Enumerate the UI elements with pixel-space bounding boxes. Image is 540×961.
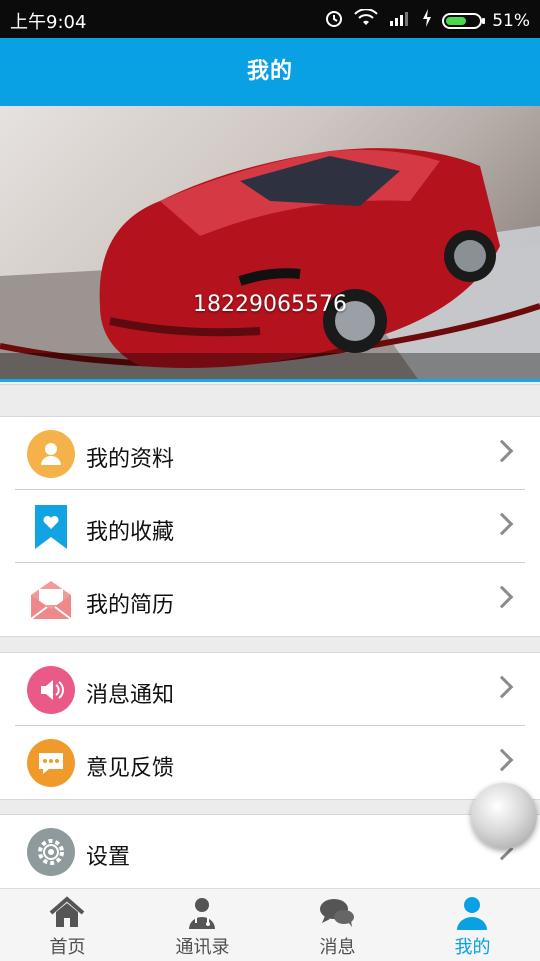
- menu-item-notifications[interactable]: 消息通知: [0, 653, 540, 726]
- menu-item-label: 我的收藏: [86, 520, 175, 545]
- car-image: [0, 148, 540, 382]
- tab-label: 通讯录: [175, 937, 230, 958]
- floating-assistive-button[interactable]: [471, 783, 537, 849]
- menu-item-label: 我的简历: [86, 593, 175, 618]
- battery-icon: [442, 12, 486, 29]
- tab-label: 首页: [49, 937, 86, 958]
- charging-icon: [422, 9, 432, 32]
- bookmark-heart-icon: [27, 503, 75, 551]
- chevron-right-icon: [490, 675, 514, 699]
- menu-item-feedback[interactable]: 意见反馈: [0, 726, 540, 799]
- section-divider: [0, 636, 540, 653]
- menu-group-messages: 消息通知 意见反馈: [0, 653, 540, 799]
- app-bar: 我的: [0, 38, 540, 106]
- page-title: 我的: [246, 59, 293, 84]
- gear-icon: [27, 828, 75, 876]
- contacts-icon: [189, 898, 215, 929]
- profile-phone: 18229065576: [193, 292, 347, 317]
- battery-percent: 51%: [492, 10, 530, 31]
- profile-banner[interactable]: 18229065576: [0, 106, 540, 382]
- menu-group-profile: 我的资料 我的收藏 我的简历: [0, 417, 540, 636]
- tab-label: 我的: [454, 937, 491, 958]
- menu-item-label: 意见反馈: [86, 756, 175, 781]
- menu-item-label: 消息通知: [86, 683, 175, 708]
- home-icon: [49, 896, 85, 927]
- menu-item-my-resume[interactable]: 我的简历: [0, 563, 540, 636]
- tab-home[interactable]: 首页: [0, 889, 135, 961]
- wifi-icon: [354, 8, 378, 32]
- tab-messages[interactable]: 消息: [270, 889, 405, 961]
- status-bar: 上午9:04 51%: [0, 0, 540, 38]
- person-icon: [27, 430, 75, 478]
- menu-item-label: 设置: [86, 845, 131, 870]
- tab-label: 消息: [319, 937, 356, 958]
- signal-icon: [388, 9, 412, 32]
- menu-item-my-favorites[interactable]: 我的收藏: [0, 490, 540, 563]
- menu-item-label: 我的资料: [86, 447, 175, 472]
- tab-mine[interactable]: 我的: [405, 889, 540, 961]
- menu-item-settings[interactable]: 设置: [0, 815, 540, 888]
- chevron-right-icon: [490, 512, 514, 536]
- chevron-right-icon: [490, 585, 514, 609]
- status-time: 上午9:04: [10, 12, 87, 33]
- speaker-icon: [27, 666, 75, 714]
- section-divider: [0, 384, 540, 417]
- chevron-right-icon: [490, 748, 514, 772]
- menu-item-my-info[interactable]: 我的资料: [0, 417, 540, 490]
- envelope-icon: [27, 576, 75, 624]
- user-icon: [457, 897, 487, 930]
- menu-group-settings: 设置: [0, 815, 540, 888]
- tab-contacts[interactable]: 通讯录: [135, 889, 270, 961]
- chat-bubble-icon: [27, 739, 75, 787]
- bottom-tab-bar: 首页 通讯录 消息 我的: [0, 888, 540, 961]
- chevron-right-icon: [490, 439, 514, 463]
- alarm-icon: [324, 8, 344, 33]
- chat-icon: [320, 899, 354, 927]
- section-divider: [0, 799, 540, 815]
